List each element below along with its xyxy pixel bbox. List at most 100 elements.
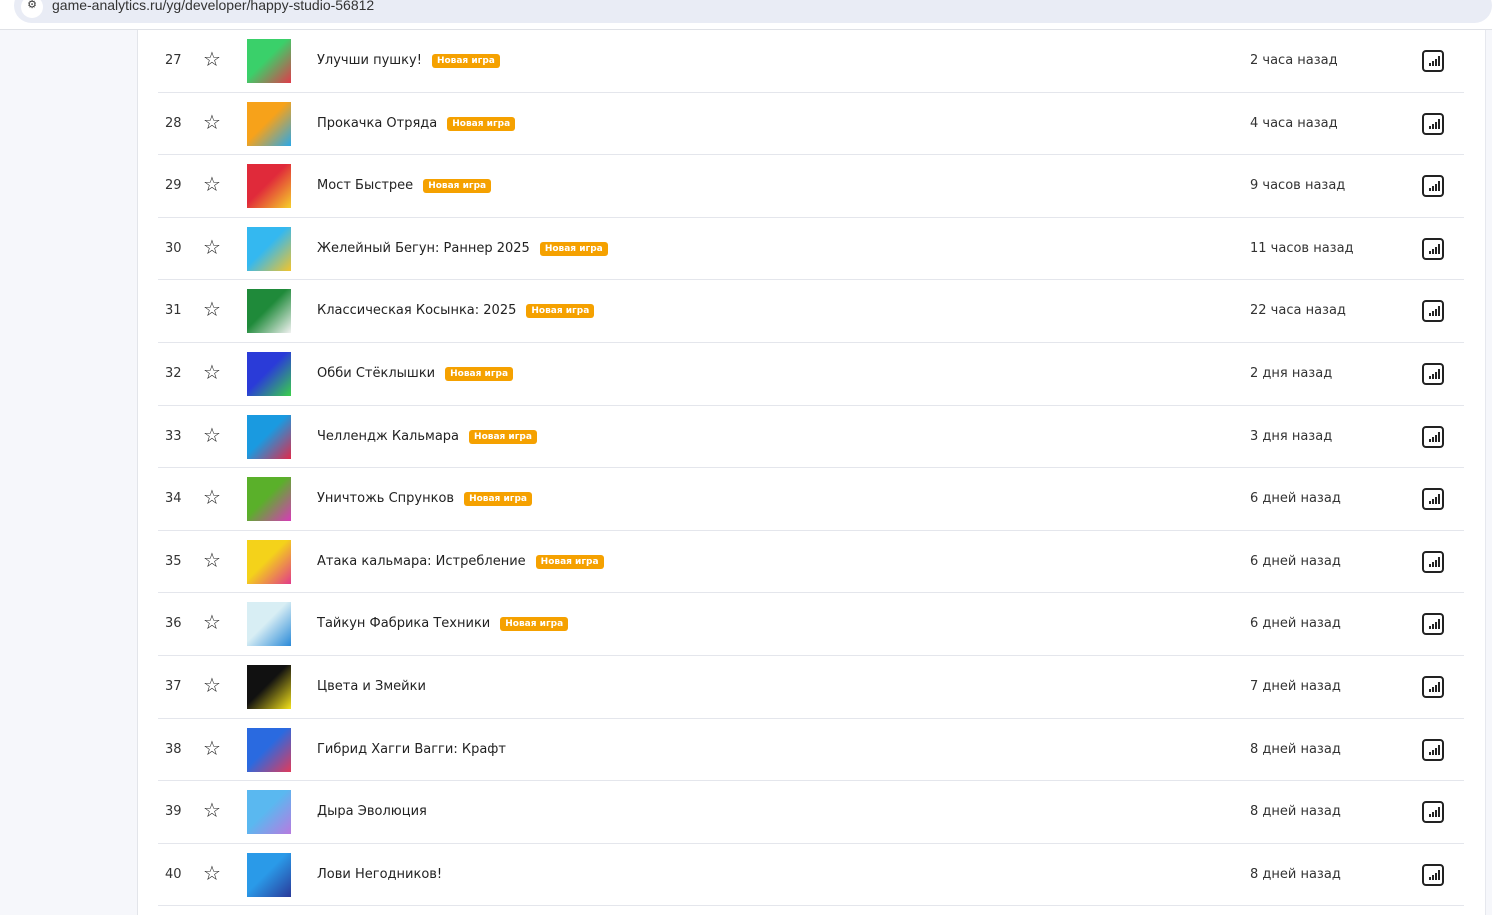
game-thumbnail[interactable] bbox=[247, 39, 291, 83]
favorite-star-icon[interactable]: ☆ bbox=[203, 236, 221, 258]
game-title[interactable]: Цвета и Змейки bbox=[317, 679, 426, 694]
table-row[interactable]: 37 ☆ Цвета и Змейки 7 дней назад bbox=[158, 656, 1464, 719]
favorite-star-icon[interactable]: ☆ bbox=[203, 486, 221, 508]
stats-chart-icon[interactable] bbox=[1422, 675, 1444, 698]
game-title[interactable]: Желейный Бегун: Раннер 2025 Новая игра bbox=[317, 241, 608, 256]
game-name[interactable]: Уничтожь Спрунков bbox=[317, 491, 454, 506]
rank: 33 bbox=[165, 428, 182, 444]
favorite-star-icon[interactable]: ☆ bbox=[203, 424, 221, 446]
game-thumbnail[interactable] bbox=[247, 414, 291, 459]
stats-chart-icon[interactable] bbox=[1422, 488, 1444, 511]
stats-chart-icon[interactable] bbox=[1422, 425, 1444, 448]
game-title[interactable]: Челлендж Кальмара Новая игра bbox=[317, 429, 537, 444]
game-thumbnail[interactable] bbox=[247, 226, 291, 271]
favorite-star-icon[interactable]: ☆ bbox=[203, 611, 221, 633]
game-title[interactable]: Тайкун Фабрика Техники Новая игра bbox=[317, 616, 569, 632]
game-title[interactable]: Мост Быстрее Новая игра bbox=[317, 178, 492, 194]
favorite-star-icon[interactable]: ☆ bbox=[203, 674, 221, 696]
game-name[interactable]: Атака кальмара: Истребление bbox=[317, 554, 526, 569]
browser-address-bar[interactable]: ⚙ game-analytics.ru/yg/developer/happy-s… bbox=[0, 0, 1492, 23]
stats-chart-icon[interactable] bbox=[1422, 613, 1444, 636]
updated-time: 11 часов назад bbox=[1250, 240, 1354, 256]
stats-chart-icon[interactable] bbox=[1422, 362, 1444, 385]
game-thumbnail[interactable] bbox=[247, 727, 291, 772]
game-thumbnail[interactable] bbox=[247, 477, 291, 522]
game-thumbnail[interactable] bbox=[247, 351, 291, 396]
table-row[interactable]: 32 ☆ Обби Стёклышки Новая игра 2 дня наза… bbox=[158, 343, 1464, 406]
favorite-star-icon[interactable]: ☆ bbox=[203, 361, 221, 383]
game-name[interactable]: Прокачка Отряда bbox=[317, 116, 437, 131]
game-title[interactable]: Гибрид Хагги Вагги: Крафт bbox=[317, 742, 506, 757]
favorite-star-icon[interactable]: ☆ bbox=[203, 862, 221, 884]
table-row[interactable]: 30 ☆ Желейный Бегун: Раннер 2025 Новая иг… bbox=[158, 218, 1464, 281]
new-game-badge: Новая игра bbox=[535, 554, 604, 569]
stats-chart-icon[interactable] bbox=[1422, 112, 1444, 135]
game-name[interactable]: Улучши пушку! bbox=[317, 53, 422, 68]
game-thumbnail[interactable] bbox=[247, 164, 291, 209]
stats-chart-icon[interactable] bbox=[1422, 550, 1444, 573]
table-row[interactable]: 34 ☆ Уничтожь Спрунков Новая игра 6 дней … bbox=[158, 468, 1464, 531]
game-name[interactable]: Тайкун Фабрика Техники bbox=[317, 616, 490, 631]
updated-time: 3 дня назад bbox=[1250, 428, 1333, 444]
game-thumbnail[interactable] bbox=[247, 602, 291, 647]
favorite-star-icon[interactable]: ☆ bbox=[203, 549, 221, 571]
game-name[interactable]: Челлендж Кальмара bbox=[317, 429, 459, 444]
updated-time: 6 дней назад bbox=[1250, 491, 1341, 507]
rank: 27 bbox=[165, 53, 182, 68]
stats-chart-icon[interactable] bbox=[1422, 50, 1444, 72]
table-row[interactable]: 33 ☆ Челлендж Кальмара Новая игра 3 дня н… bbox=[158, 406, 1464, 469]
rank: 29 bbox=[165, 178, 182, 194]
stats-chart-icon[interactable] bbox=[1422, 237, 1444, 260]
game-name[interactable]: Лови Негодников! bbox=[317, 867, 442, 882]
game-thumbnail[interactable] bbox=[247, 101, 291, 146]
new-game-badge: Новая игра bbox=[539, 241, 608, 256]
game-thumbnail[interactable] bbox=[247, 852, 291, 897]
game-name[interactable]: Гибрид Хагги Вагги: Крафт bbox=[317, 742, 506, 757]
stats-chart-icon[interactable] bbox=[1422, 300, 1444, 323]
new-game-badge: Новая игра bbox=[423, 179, 492, 194]
game-title[interactable]: Прокачка Отряда Новая игра bbox=[317, 116, 516, 131]
table-row[interactable]: 38 ☆ Гибрид Хагги Вагги: Крафт 8 дней на… bbox=[158, 719, 1464, 782]
table-row[interactable]: 29 ☆ Мост Быстрее Новая игра 9 часов наза… bbox=[158, 155, 1464, 218]
stats-chart-icon[interactable] bbox=[1422, 801, 1444, 824]
table-row[interactable]: 31 ☆ Классическая Косынка: 2025 Новая игр… bbox=[158, 280, 1464, 343]
game-title[interactable]: Улучши пушку! Новая игра bbox=[317, 53, 500, 68]
favorite-star-icon[interactable]: ☆ bbox=[203, 111, 221, 133]
game-thumbnail[interactable] bbox=[247, 289, 291, 334]
game-name[interactable]: Цвета и Змейки bbox=[317, 679, 426, 694]
game-name[interactable]: Обби Стёклышки bbox=[317, 366, 435, 381]
favorite-star-icon[interactable]: ☆ bbox=[203, 173, 221, 195]
game-thumbnail[interactable] bbox=[247, 664, 291, 709]
game-title[interactable]: Лови Негодников! bbox=[317, 867, 442, 882]
game-name[interactable]: Мост Быстрее bbox=[317, 178, 413, 193]
updated-time: 9 часов назад bbox=[1250, 178, 1346, 194]
table-row[interactable]: 39 ☆ Дыра Эволюция 8 дней назад bbox=[158, 781, 1464, 844]
game-name[interactable]: Желейный Бегун: Раннер 2025 bbox=[317, 241, 530, 256]
updated-time: 2 дня назад bbox=[1250, 365, 1333, 381]
game-title[interactable]: Уничтожь Спрунков Новая игра bbox=[317, 491, 532, 507]
stats-chart-icon[interactable] bbox=[1422, 863, 1444, 886]
favorite-star-icon[interactable]: ☆ bbox=[203, 799, 221, 821]
updated-time: 4 часа назад bbox=[1250, 115, 1338, 131]
favorite-star-icon[interactable]: ☆ bbox=[203, 298, 221, 320]
favorite-star-icon[interactable]: ☆ bbox=[203, 48, 221, 70]
stats-chart-icon[interactable] bbox=[1422, 175, 1444, 198]
game-title[interactable]: Атака кальмара: Истребление Новая игра bbox=[317, 554, 604, 569]
game-title[interactable]: Классическая Косынка: 2025 Новая игра bbox=[317, 303, 595, 319]
game-name[interactable]: Классическая Косынка: 2025 bbox=[317, 303, 516, 318]
table-row[interactable]: 27 ☆ Улучши пушку! Новая игра 2 часа наза… bbox=[158, 30, 1464, 93]
table-row[interactable]: 28 ☆ Прокачка Отряда Новая игра 4 часа на… bbox=[158, 93, 1464, 156]
game-thumbnail[interactable] bbox=[247, 790, 291, 835]
updated-time: 2 часа назад bbox=[1250, 53, 1338, 68]
game-title[interactable]: Обби Стёклышки Новая игра bbox=[317, 366, 514, 381]
game-thumbnail[interactable] bbox=[247, 539, 291, 584]
stats-chart-icon[interactable] bbox=[1422, 738, 1444, 761]
favorite-star-icon[interactable]: ☆ bbox=[203, 737, 221, 759]
new-game-badge: Новая игра bbox=[445, 366, 514, 381]
game-title[interactable]: Дыра Эволюция bbox=[317, 804, 427, 819]
url-text[interactable]: game-analytics.ru/yg/developer/happy-stu… bbox=[52, 0, 374, 13]
table-row[interactable]: 35 ☆ Атака кальмара: Истребление Новая иг… bbox=[158, 531, 1464, 594]
table-row[interactable]: 40 ☆ Лови Негодников! 8 дней назад bbox=[158, 844, 1464, 907]
game-name[interactable]: Дыра Эволюция bbox=[317, 804, 427, 819]
table-row[interactable]: 36 ☆ Тайкун Фабрика Техники Новая игра 6 … bbox=[158, 593, 1464, 656]
